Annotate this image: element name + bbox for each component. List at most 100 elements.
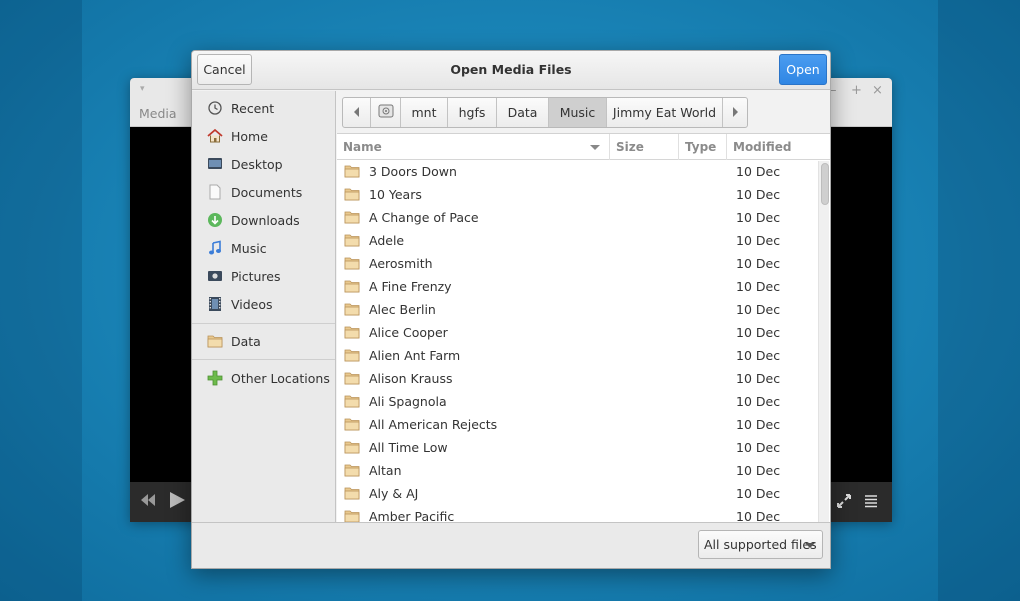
sidebar-item-label: Desktop [231,156,283,172]
file-row[interactable]: Altan 10 Dec [337,459,815,482]
file-row[interactable]: 3 Doors Down 10 Dec [337,160,815,183]
drive-icon [378,103,394,122]
sidebar-item-recent[interactable]: Recent [192,94,335,122]
clock-icon [207,100,223,116]
vertical-scrollbar[interactable] [818,161,829,524]
sidebar-item-label: Data [231,333,261,349]
sidebar-item-label: Videos [231,296,273,312]
sidebar-item-pictures[interactable]: Pictures [192,262,335,290]
folder-icon [344,164,360,178]
path-back-button[interactable] [343,98,371,127]
maximize-icon[interactable]: + [851,83,862,98]
file-modified: 10 Dec [736,279,781,294]
folder-icon [344,187,360,201]
folder-icon [344,233,360,247]
sidebar-item-label: Other Locations [231,370,330,386]
file-name: Altan [369,463,402,478]
sidebar-item-downloads[interactable]: Downloads [192,206,335,234]
sort-descending-icon [590,145,600,150]
file-row[interactable]: Alien Ant Farm 10 Dec [337,344,815,367]
sidebar-item-label: Pictures [231,268,281,284]
path-segment-jimmy-eat-world[interactable]: Jimmy Eat World [607,98,723,127]
path-bar: mnt hgfs Data Music Jimmy Eat World [342,97,748,128]
sidebar-separator [192,359,335,360]
file-modified: 10 Dec [736,302,781,317]
dialog-header: Cancel Open Media Files Open [192,51,830,90]
file-modified: 10 Dec [736,256,781,271]
chevron-down-icon [805,543,815,548]
file-row[interactable]: Aerosmith 10 Dec [337,252,815,275]
folder-icon [344,417,360,431]
file-row[interactable]: 10 Years 10 Dec [337,183,815,206]
open-button[interactable]: Open [779,54,827,85]
download-icon [207,212,223,228]
play-icon[interactable] [168,491,186,513]
path-segment-root[interactable] [371,98,401,127]
fullscreen-icon[interactable] [836,493,852,513]
sidebar-item-other-locations[interactable]: Other Locations [192,364,335,392]
column-label: Size [616,140,644,154]
media-window-title: Media [139,106,177,121]
file-name: A Fine Frenzy [369,279,452,294]
file-name: 10 Years [369,187,422,202]
film-icon [207,296,223,312]
file-row[interactable]: A Fine Frenzy 10 Dec [337,275,815,298]
close-icon[interactable]: × [872,83,883,98]
file-type-filter[interactable]: All supported files [698,530,823,559]
file-modified: 10 Dec [736,210,781,225]
rewind-icon[interactable] [140,492,156,511]
file-row[interactable]: Aly & AJ 10 Dec [337,482,815,505]
path-segment-hgfs[interactable]: hgfs [448,98,497,127]
file-name: Aerosmith [369,256,433,271]
sidebar-item-documents[interactable]: Documents [192,178,335,206]
file-name: All American Rejects [369,417,498,432]
sidebar-item-videos[interactable]: Videos [192,290,335,318]
playlist-icon[interactable] [864,493,878,512]
path-segment-mnt[interactable]: mnt [401,98,448,127]
folder-icon [344,325,360,339]
file-name: Alison Krauss [369,371,453,386]
column-header-type[interactable]: Type [679,134,727,160]
path-segment-music[interactable]: Music [549,98,607,127]
folder-icon [344,486,360,500]
column-header-modified[interactable]: Modified [727,134,830,160]
file-row[interactable]: Alison Krauss 10 Dec [337,367,815,390]
file-row[interactable]: All Time Low 10 Dec [337,436,815,459]
file-rows: 3 Doors Down 10 Dec 10 Years 10 Dec A Change… [337,160,815,524]
file-modified: 10 Dec [736,187,781,202]
file-list: Name Size Type Modified 3 Doors Down 10 D… [337,133,830,524]
sidebar-item-home[interactable]: Home [192,122,335,150]
file-modified: 10 Dec [736,417,781,432]
file-row[interactable]: Alice Cooper 10 Dec [337,321,815,344]
path-segment-data[interactable]: Data [497,98,549,127]
sidebar-item-data[interactable]: Data [192,327,335,355]
document-icon [207,184,223,200]
column-label: Name [343,140,382,154]
file-row[interactable]: Ali Spagnola 10 Dec [337,390,815,413]
file-row[interactable]: All American Rejects 10 Dec [337,413,815,436]
file-name: Alien Ant Farm [369,348,461,363]
caret-icon[interactable]: ▾ [140,84,145,94]
column-header-size[interactable]: Size [610,134,679,160]
folder-icon [344,256,360,270]
file-modified: 10 Dec [736,371,781,386]
desktop-shade-right [938,0,1020,601]
sidebar-item-label: Downloads [231,212,300,228]
sidebar-item-label: Music [231,240,267,256]
file-modified: 10 Dec [736,233,781,248]
folder-icon [344,394,360,408]
sidebar-item-desktop[interactable]: Desktop [192,150,335,178]
file-row[interactable]: Adele 10 Dec [337,229,815,252]
file-modified: 10 Dec [736,440,781,455]
sidebar-item-music[interactable]: Music [192,234,335,262]
folder-icon [344,348,360,362]
column-header-name[interactable]: Name [337,134,610,160]
file-name: All Time Low [369,440,448,455]
scrollbar-thumb[interactable] [821,163,829,205]
file-row[interactable]: Alec Berlin 10 Dec [337,298,815,321]
file-modified: 10 Dec [736,348,781,363]
path-forward-button[interactable] [723,98,747,127]
chevron-left-icon [353,105,361,120]
file-row[interactable]: A Change of Pace 10 Dec [337,206,815,229]
sidebar-item-label: Home [231,128,268,144]
